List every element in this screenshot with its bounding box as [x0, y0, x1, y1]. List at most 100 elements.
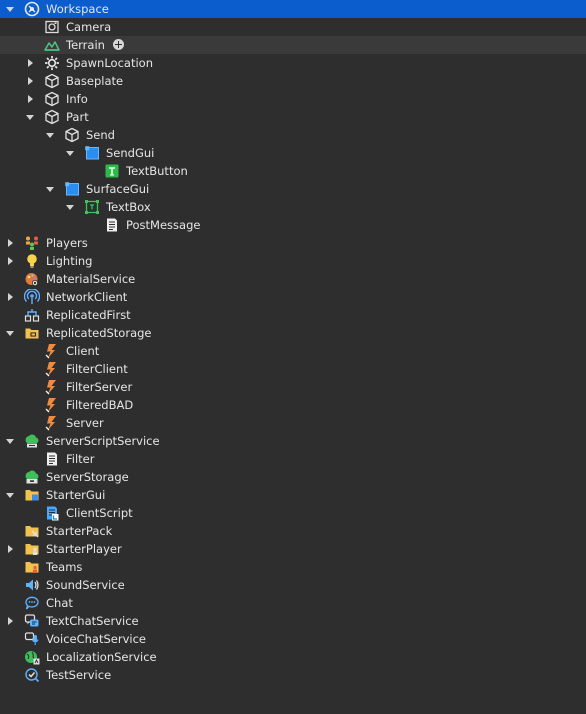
players-icon [24, 235, 40, 251]
collapse-arrow-icon[interactable] [4, 252, 16, 270]
tree-item-part[interactable]: Part [0, 108, 586, 126]
tree-item-label: FilterClient [66, 362, 128, 376]
tree-item-textchatservice[interactable]: TextChatService [0, 612, 586, 630]
tree-item-label: StarterGui [46, 488, 106, 502]
expand-arrow-icon[interactable] [64, 198, 76, 216]
tree-item-label: Server [66, 416, 104, 430]
tree-item-label: ReplicatedFirst [46, 308, 131, 322]
tree-item-replicatedstorage[interactable]: ReplicatedStorage [0, 324, 586, 342]
tree-item-label: MaterialService [46, 272, 136, 286]
tree-item-surfacegui[interactable]: SurfaceGui [0, 180, 586, 198]
collapse-arrow-icon[interactable] [4, 540, 16, 558]
tree-item-label: TextButton [126, 164, 188, 178]
tree-item-lighting[interactable]: Lighting [0, 252, 586, 270]
tree-item-server[interactable]: Server [0, 414, 586, 432]
tree-item-replicatedfirst[interactable]: ReplicatedFirst [0, 306, 586, 324]
tree-item-label: Send [86, 128, 115, 142]
tree-item-label: SendGui [106, 146, 155, 160]
tree-item-soundservice[interactable]: SoundService [0, 576, 586, 594]
tree-item-label: LocalizationService [46, 650, 157, 664]
part-icon [44, 109, 60, 125]
tree-item-teams[interactable]: Teams [0, 558, 586, 576]
expand-arrow-icon[interactable] [4, 324, 16, 342]
tree-item-postmessage[interactable]: PostMessage [0, 216, 586, 234]
tree-item-baseplate[interactable]: Baseplate [0, 72, 586, 90]
tree-item-materialservice[interactable]: MaterialService [0, 270, 586, 288]
tree-item-label: PostMessage [126, 218, 201, 232]
tree-item-terrain[interactable]: Terrain [0, 36, 586, 54]
starterpack-icon [24, 523, 40, 539]
tree-item-label: Lighting [46, 254, 93, 268]
tree-item-workspace[interactable]: Workspace [0, 0, 586, 18]
localizationservice-icon [24, 649, 40, 665]
tree-item-label: Players [46, 236, 88, 250]
tree-item-filterserver[interactable]: FilterServer [0, 378, 586, 396]
tree-item-label: Teams [46, 560, 83, 574]
expand-arrow-icon[interactable] [44, 126, 56, 144]
tree-item-label: TestService [46, 668, 112, 682]
tree-item-localizationservice[interactable]: LocalizationService [0, 648, 586, 666]
textbutton-icon [104, 163, 120, 179]
tree-item-info[interactable]: Info [0, 90, 586, 108]
tree-item-label: Chat [46, 596, 73, 610]
tree-item-label: ServerStorage [46, 470, 129, 484]
workspace-icon [24, 1, 40, 17]
tree-item-starterpack[interactable]: StarterPack [0, 522, 586, 540]
collapse-arrow-icon[interactable] [24, 90, 36, 108]
tree-item-starterplayer[interactable]: StarterPlayer [0, 540, 586, 558]
explorer-panel: Workspace Camera Terrain SpawnLocation Basep… [0, 0, 586, 714]
collapse-arrow-icon[interactable] [24, 54, 36, 72]
tree-item-label: SurfaceGui [86, 182, 150, 196]
tree-item-client[interactable]: Client [0, 342, 586, 360]
collapse-arrow-icon[interactable] [4, 288, 16, 306]
tree-item-label: FilterServer [66, 380, 133, 394]
tree-item-networkclient[interactable]: NetworkClient [0, 288, 586, 306]
textbox-icon [84, 199, 100, 215]
expand-arrow-icon[interactable] [24, 108, 36, 126]
collapse-arrow-icon[interactable] [4, 234, 16, 252]
remoteevent-icon [44, 361, 60, 377]
add-object-icon[interactable] [113, 39, 124, 50]
tree-item-serverstorage[interactable]: ServerStorage [0, 468, 586, 486]
tree-item-textbox[interactable]: TextBox [0, 198, 586, 216]
tree-item-label: StarterPack [46, 524, 113, 538]
tree-item-label: ReplicatedStorage [46, 326, 152, 340]
lighting-icon [24, 253, 40, 269]
tree-item-spawnlocation[interactable]: SpawnLocation [0, 54, 586, 72]
collapse-arrow-icon[interactable] [4, 612, 16, 630]
camera-icon [44, 19, 60, 35]
tree-item-textbutton[interactable]: TextButton [0, 162, 586, 180]
starterplayer-icon [24, 541, 40, 557]
tree-item-serverscriptservice[interactable]: ServerScriptService [0, 432, 586, 450]
tree-item-players[interactable]: Players [0, 234, 586, 252]
tree-item-testservice[interactable]: TestService [0, 666, 586, 684]
tree-item-filterclient[interactable]: FilterClient [0, 360, 586, 378]
tree-item-label: ClientScript [66, 506, 133, 520]
tree-item-chat[interactable]: Chat [0, 594, 586, 612]
tree-item-label: VoiceChatService [46, 632, 146, 646]
tree-item-filter[interactable]: Filter [0, 450, 586, 468]
tree-item-sendgui[interactable]: SendGui [0, 144, 586, 162]
expand-arrow-icon[interactable] [44, 180, 56, 198]
tree-item-camera[interactable]: Camera [0, 18, 586, 36]
part-icon [44, 91, 60, 107]
tree-item-label: SpawnLocation [66, 56, 153, 70]
tree-item-send[interactable]: Send [0, 126, 586, 144]
remoteevent-icon [44, 397, 60, 413]
tree-item-filteredbad[interactable]: FilteredBAD [0, 396, 586, 414]
tree-item-startergui[interactable]: StarterGui [0, 486, 586, 504]
spawnlocation-icon [44, 55, 60, 71]
expand-arrow-icon[interactable] [4, 486, 16, 504]
expand-arrow-icon[interactable] [4, 432, 16, 450]
replicatedfirst-icon [24, 307, 40, 323]
tree-item-label: Workspace [46, 2, 109, 16]
terrain-icon [44, 37, 60, 53]
tree-item-clientscript[interactable]: ClientScript [0, 504, 586, 522]
expand-arrow-icon[interactable] [4, 0, 16, 18]
explorer-tree: Workspace Camera Terrain SpawnLocation Basep… [0, 0, 586, 684]
collapse-arrow-icon[interactable] [24, 72, 36, 90]
tree-item-voicechatservice[interactable]: VoiceChatService [0, 630, 586, 648]
expand-arrow-icon[interactable] [64, 144, 76, 162]
script-icon [104, 217, 120, 233]
serverstorage-icon [24, 469, 40, 485]
